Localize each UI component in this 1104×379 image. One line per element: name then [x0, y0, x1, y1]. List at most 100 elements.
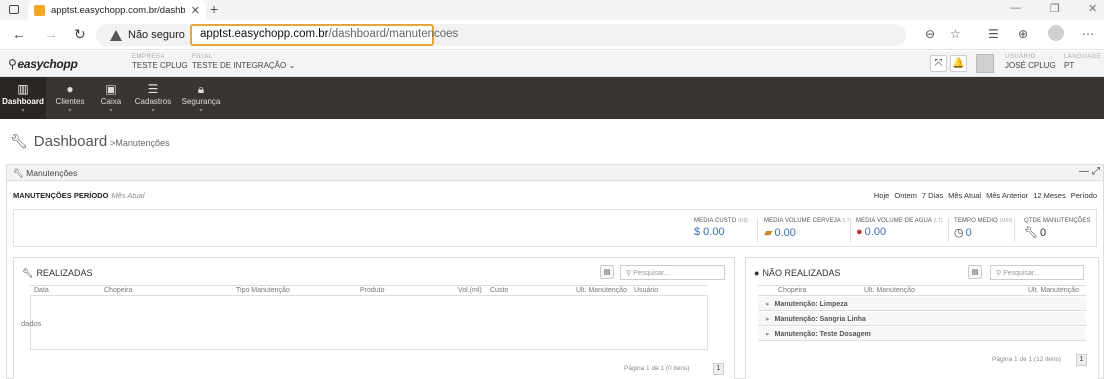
fullscreen-icon[interactable]: ⤢: [1092, 166, 1100, 177]
stat-value: $ 0.00: [694, 226, 725, 238]
col-data[interactable]: Data: [34, 287, 49, 294]
caret-down-icon: ▾: [199, 108, 203, 114]
usuario-value: JOSÉ CPLUG: [1005, 61, 1056, 70]
user-avatar[interactable]: [976, 54, 994, 73]
wrench-icon: 🔧︎: [22, 268, 34, 278]
stat-unit: (MIN): [999, 218, 1013, 224]
table-header: Chopeira Ult. Manutenção Ult. Manutenção: [758, 285, 1086, 296]
menu-item-cadastros[interactable]: ☰ Cadastros ▾: [132, 77, 174, 119]
page-title: 🔧︎ Dashboard >Manutenções: [10, 133, 169, 150]
language-value[interactable]: PT: [1064, 61, 1101, 70]
period-link-mes-anterior[interactable]: Mês Anterior: [986, 191, 1028, 200]
caret-down-icon: ▾: [109, 108, 113, 114]
language-field[interactable]: LANGUAGE PT: [1064, 54, 1101, 70]
menu-item-caixa[interactable]: ▣ Caixa ▾: [94, 77, 128, 119]
collections-icon[interactable]: ⊕: [1018, 27, 1028, 41]
menu-item-clientes[interactable]: ● Clientes ▾: [50, 77, 90, 119]
collapse-icon[interactable]: —: [1079, 166, 1089, 177]
group-label: Manutenção: Limpeza: [774, 301, 848, 308]
period-link-periodo[interactable]: Período: [1071, 191, 1097, 200]
search-input[interactable]: ⚲ Pesquisar...: [990, 265, 1084, 280]
nao-realizadas-panel: ● NÃO REALIZADAS ▤ ⚲ Pesquisar... Chopeir…: [745, 257, 1099, 379]
tab-actions-icon[interactable]: [9, 5, 19, 14]
security-indicator[interactable]: Não seguro: [110, 29, 185, 41]
col-custo[interactable]: Custo: [490, 287, 508, 294]
expand-arrow-icon: ▸: [766, 316, 770, 323]
language-label: LANGUAGE: [1064, 54, 1102, 60]
period-link-12-meses[interactable]: 12 Meses: [1033, 191, 1066, 200]
stat-value: 0.00: [864, 226, 887, 238]
menu-item-seguranca[interactable]: 🔒︎ Segurança ▾: [178, 77, 224, 119]
profile-avatar[interactable]: [1048, 25, 1064, 41]
caret-down-icon: ▾: [68, 108, 72, 114]
browser-tabstrip: apptst.easychopp.com.br/dashb ✕ + — ❐ ✕: [0, 0, 1104, 20]
reload-icon[interactable]: ↻: [74, 26, 86, 42]
search-input[interactable]: ⚲ Pesquisar...: [620, 265, 725, 280]
expand-icon[interactable]: ⤧: [930, 55, 947, 72]
breadcrumb: >Manutenções: [110, 138, 170, 148]
period-link-hoje[interactable]: Hoje: [874, 191, 889, 200]
url-path: /dashboard/manutencoes: [328, 28, 459, 40]
filial-field[interactable]: FILIAL TESTE DE INTEGRAÇÃO ⌄: [192, 54, 295, 70]
bar-chart-icon: ▥: [17, 82, 29, 96]
app-logo[interactable]: ⚲easychopp: [8, 57, 78, 71]
browser-tab[interactable]: apptst.easychopp.com.br/dashb ✕: [28, 0, 206, 20]
col-chopeira[interactable]: Chopeira: [104, 287, 132, 294]
clock-icon: ◷: [954, 227, 964, 239]
stat-label: QTDE MANUTENÇÕES: [1024, 218, 1091, 224]
search-icon: ⚲: [626, 270, 632, 277]
table-header: Data Chopeira Tipo Manutenção Produto Vo…: [30, 285, 708, 296]
more-menu-icon[interactable]: ⋯: [1082, 27, 1094, 41]
group-row[interactable]: ▸ Manutenção: Limpeza: [758, 297, 1086, 311]
group-label: Manutenção: Teste Dosagem: [774, 331, 871, 338]
wrench-icon: 🔧︎: [13, 168, 24, 178]
zoom-icon[interactable]: ⊖: [925, 27, 935, 41]
main-menu: ▥ Dashboard ▾ ● Clientes ▾ ▣ Caixa ▾ ☰ C…: [0, 77, 1104, 119]
favorites-bar-icon[interactable]: ☰: [988, 27, 999, 41]
empty-text: dados: [21, 319, 42, 328]
forward-icon[interactable]: →: [44, 26, 58, 42]
period-link-ontem[interactable]: Ontem: [894, 191, 917, 200]
logo-text: easychopp: [17, 57, 78, 71]
water-drop-icon: ●: [856, 226, 863, 238]
export-button[interactable]: ▤: [600, 265, 614, 279]
warning-icon: [110, 29, 122, 41]
page-button[interactable]: 1: [1076, 354, 1087, 366]
back-icon[interactable]: ←: [12, 26, 26, 42]
stats-box: MEDIA CUSTO (R$) $ 0.00 MEDIA VOLUME CER…: [13, 209, 1097, 247]
col-ult-manutencao[interactable]: Ult. Manutenção: [576, 287, 627, 294]
notification-bell-icon[interactable]: 🔔: [950, 55, 967, 72]
filial-select[interactable]: TESTE DE INTEGRAÇÃO ⌄: [192, 61, 295, 70]
close-window-icon[interactable]: ✕: [1088, 2, 1097, 15]
new-tab-icon[interactable]: +: [210, 1, 218, 17]
group-row[interactable]: ▸ Manutenção: Teste Dosagem: [758, 327, 1086, 341]
col-tipo-manutencao[interactable]: Tipo Manutenção: [236, 287, 290, 294]
menu-item-dashboard[interactable]: ▥ Dashboard ▾: [0, 77, 46, 119]
minimize-icon[interactable]: —: [1010, 2, 1021, 14]
stat-label: MEDIA VOLUME DE AGUA: [856, 218, 932, 224]
restore-icon[interactable]: ❐: [1050, 2, 1060, 15]
page-button[interactable]: 1: [713, 363, 724, 375]
col-ult-manutencao-2[interactable]: Ult. Manutenção: [1028, 287, 1079, 294]
favorite-icon[interactable]: ☆: [950, 27, 961, 41]
period-link-mes-atual[interactable]: Mês Atual: [948, 191, 981, 200]
col-usuario[interactable]: Usuário: [634, 287, 658, 294]
empresa-value: TESTE CPLUG: [132, 61, 188, 70]
col-ult-manutencao[interactable]: Ult. Manutenção: [864, 287, 915, 294]
url-field[interactable]: apptst.easychopp.com.br/dashboard/manute…: [190, 24, 458, 46]
group-row[interactable]: ▸ Manutenção: Sangria Linha: [758, 312, 1086, 326]
period-row: MANUTENÇÕES PERÍODO Mês Atual Hoje Ontem …: [7, 187, 1103, 201]
col-chopeira[interactable]: Chopeira: [778, 287, 806, 294]
col-produto[interactable]: Produto: [360, 287, 385, 294]
col-vol[interactable]: Vol.(ml): [458, 287, 482, 294]
favicon-icon: [34, 4, 45, 16]
period-link-7-dias[interactable]: 7 Dias: [922, 191, 943, 200]
period-subtitle: Mês Atual: [111, 191, 145, 200]
file-icon: ▤: [971, 269, 979, 276]
close-tab-icon[interactable]: ✕: [191, 4, 200, 17]
table-body: [30, 296, 708, 350]
usuario-field: USUÁRIO JOSÉ CPLUG: [1005, 54, 1056, 70]
stat-label: TEMPO MEDIO: [954, 218, 998, 224]
stat-value: 0: [1039, 227, 1047, 239]
export-button[interactable]: ▤: [968, 265, 982, 279]
